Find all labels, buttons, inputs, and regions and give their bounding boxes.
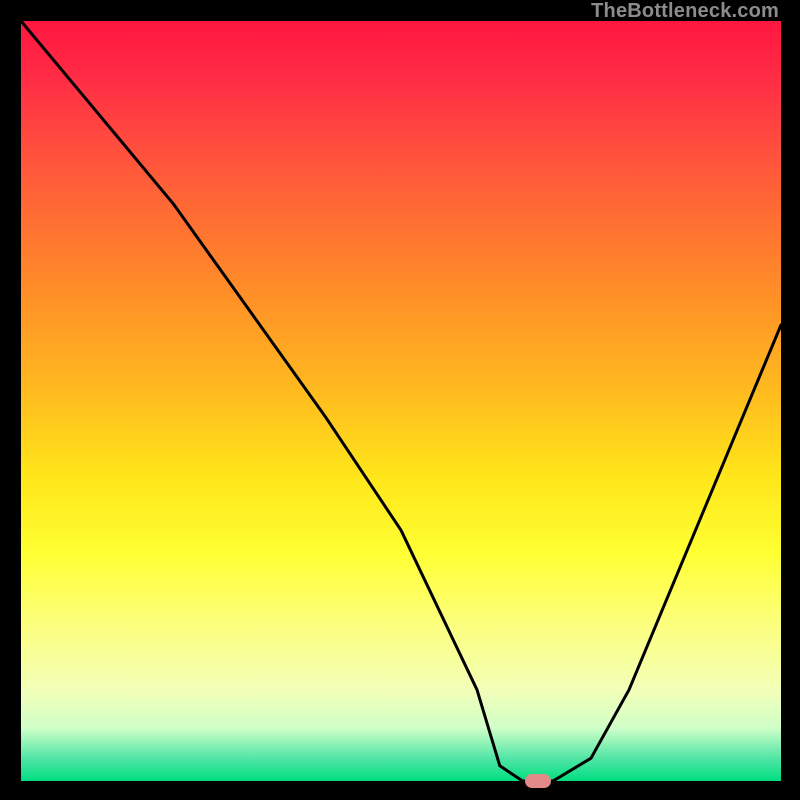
watermark-text: TheBottleneck.com bbox=[591, 0, 779, 23]
plot-area bbox=[21, 21, 781, 781]
chart-container: TheBottleneck.com bbox=[0, 0, 800, 800]
optimal-marker bbox=[525, 774, 551, 788]
bottleneck-curve bbox=[21, 21, 781, 781]
